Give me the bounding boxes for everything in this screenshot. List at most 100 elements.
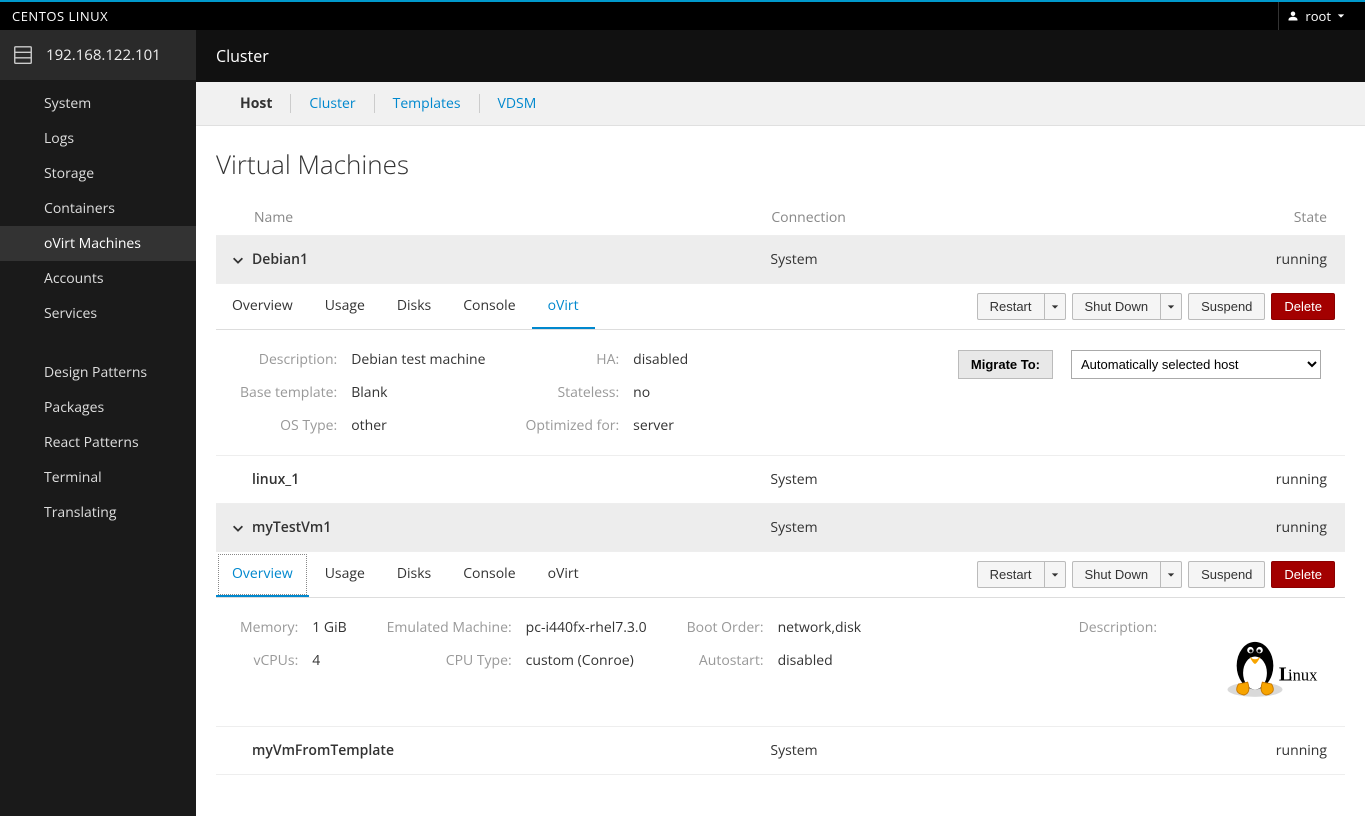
kv-value: Blank <box>351 383 485 402</box>
sidebar-item-containers[interactable]: Containers <box>0 191 196 226</box>
shutdown-button[interactable]: Shut Down <box>1072 561 1162 588</box>
vm-tab-disks[interactable]: Disks <box>381 284 447 329</box>
vm-connection: System <box>770 518 1207 537</box>
vm-tab-ovirt[interactable]: oVirt <box>532 552 595 597</box>
vm-state: running <box>1207 518 1327 537</box>
vm-state: running <box>1207 250 1327 269</box>
svg-text:inux: inux <box>1288 665 1318 684</box>
kv-label: HA: <box>526 350 620 369</box>
vm-connection: System <box>770 470 1207 489</box>
vm-row[interactable]: myVmFromTemplate System running <box>216 727 1345 775</box>
user-name: root <box>1305 7 1331 25</box>
kv-label: Stateless: <box>526 383 620 402</box>
table-header: Name Connection State <box>216 200 1345 236</box>
sidebar-item-design-patterns[interactable]: Design Patterns <box>0 355 196 390</box>
sub-tabs: HostClusterTemplatesVDSM <box>196 82 1365 126</box>
tab-templates[interactable]: Templates <box>375 94 480 113</box>
vm-tab-disks[interactable]: Disks <box>381 552 447 597</box>
brand: CENTOS LINUX <box>12 7 108 25</box>
restart-button[interactable]: Restart <box>977 293 1045 320</box>
kv-value: pc-i440fx-rhel7.3.0 <box>526 618 647 637</box>
restart-dropdown[interactable] <box>1045 561 1066 588</box>
tab-vdsm[interactable]: VDSM <box>480 94 555 113</box>
kv-value: disabled <box>778 651 862 670</box>
sidebar-item-packages[interactable]: Packages <box>0 390 196 425</box>
user-icon <box>1287 10 1299 22</box>
sidebar-item-terminal[interactable]: Terminal <box>0 460 196 495</box>
vm-connection: System <box>770 741 1207 760</box>
delete-button[interactable]: Delete <box>1271 561 1335 588</box>
restart-button[interactable]: Restart <box>977 561 1045 588</box>
kv-label: CPU Type: <box>387 651 512 670</box>
kv-label: Boot Order: <box>687 618 764 637</box>
delete-button[interactable]: Delete <box>1271 293 1335 320</box>
server-icon <box>12 44 34 66</box>
host-row[interactable]: 192.168.122.101 <box>0 30 196 80</box>
page-title: Virtual Machines <box>216 146 1345 182</box>
kv-value: custom (Conroe) <box>526 651 647 670</box>
kv-value: Debian test machine <box>351 350 485 369</box>
col-connection: Connection <box>771 208 1207 227</box>
vm-name: linux_1 <box>252 470 770 489</box>
sidebar-item-system[interactable]: System <box>0 86 196 121</box>
kv-value: no <box>633 383 688 402</box>
sidebar-item-logs[interactable]: Logs <box>0 121 196 156</box>
vm-row[interactable]: linux_1 System running <box>216 456 1345 504</box>
chevron-down-icon <box>1337 12 1345 20</box>
vm-name: Debian1 <box>252 250 770 269</box>
sidebar: 192.168.122.101 SystemLogsStorageContain… <box>0 30 196 816</box>
vm-tab-overview[interactable]: Overview <box>216 284 309 329</box>
restart-dropdown[interactable] <box>1045 293 1066 320</box>
vm-tab-usage[interactable]: Usage <box>309 552 381 597</box>
vm-tab-ovirt[interactable]: oVirt <box>532 284 595 329</box>
suspend-button[interactable]: Suspend <box>1188 293 1265 320</box>
vm-name: myTestVm1 <box>252 518 770 537</box>
expand-toggle[interactable] <box>224 521 252 535</box>
sidebar-item-ovirt-machines[interactable]: oVirt Machines <box>0 226 196 261</box>
kv-value: 4 <box>312 651 346 670</box>
vm-panel: OverviewUsageDisksConsoleoVirt Restart S… <box>216 552 1345 727</box>
shutdown-button[interactable]: Shut Down <box>1072 293 1162 320</box>
shutdown-dropdown[interactable] <box>1161 293 1182 320</box>
expand-toggle[interactable] <box>224 253 252 267</box>
main-content: Cluster HostClusterTemplatesVDSM Virtual… <box>196 30 1365 816</box>
vm-name: myVmFromTemplate <box>252 741 770 760</box>
col-state: State <box>1207 208 1327 227</box>
kv-value: server <box>633 416 688 435</box>
shutdown-dropdown[interactable] <box>1161 561 1182 588</box>
vm-panel: OverviewUsageDisksConsoleoVirt Restart S… <box>216 284 1345 456</box>
sidebar-item-accounts[interactable]: Accounts <box>0 261 196 296</box>
kv-label: Emulated Machine: <box>387 618 512 637</box>
user-menu[interactable]: root <box>1278 2 1353 30</box>
kv-label: Base template: <box>240 383 337 402</box>
migrate-button[interactable]: Migrate To: <box>958 350 1053 379</box>
suspend-button[interactable]: Suspend <box>1188 561 1265 588</box>
vm-connection: System <box>770 250 1207 269</box>
kv-label: vCPUs: <box>240 651 298 670</box>
vm-row[interactable]: Debian1 System running <box>216 236 1345 284</box>
host-ip: 192.168.122.101 <box>46 45 161 65</box>
vm-state: running <box>1207 741 1327 760</box>
kv-value: other <box>351 416 485 435</box>
sidebar-item-services[interactable]: Services <box>0 296 196 331</box>
linux-logo: L inux <box>1211 618 1321 701</box>
vm-action-bar: Restart Shut Down Suspend Delete <box>977 561 1335 588</box>
migrate-host-select[interactable]: Automatically selected host <box>1071 350 1321 379</box>
sidebar-item-storage[interactable]: Storage <box>0 156 196 191</box>
tab-cluster[interactable]: Cluster <box>291 94 374 113</box>
vm-tab-usage[interactable]: Usage <box>309 284 381 329</box>
vm-tab-overview[interactable]: Overview <box>216 552 309 597</box>
kv-label: Memory: <box>240 618 298 637</box>
kv-label: Description: <box>1079 618 1157 637</box>
vm-tab-console[interactable]: Console <box>447 552 531 597</box>
kv-value: network,disk <box>778 618 862 637</box>
sidebar-item-translating[interactable]: Translating <box>0 495 196 530</box>
col-name: Name <box>254 208 771 227</box>
tab-host[interactable]: Host <box>216 94 291 113</box>
vm-tab-console[interactable]: Console <box>447 284 531 329</box>
breadcrumb: Cluster <box>196 30 1365 82</box>
kv-label: Optimized for: <box>526 416 620 435</box>
kv-label: Description: <box>240 350 337 369</box>
sidebar-item-react-patterns[interactable]: React Patterns <box>0 425 196 460</box>
vm-row[interactable]: myTestVm1 System running <box>216 504 1345 552</box>
